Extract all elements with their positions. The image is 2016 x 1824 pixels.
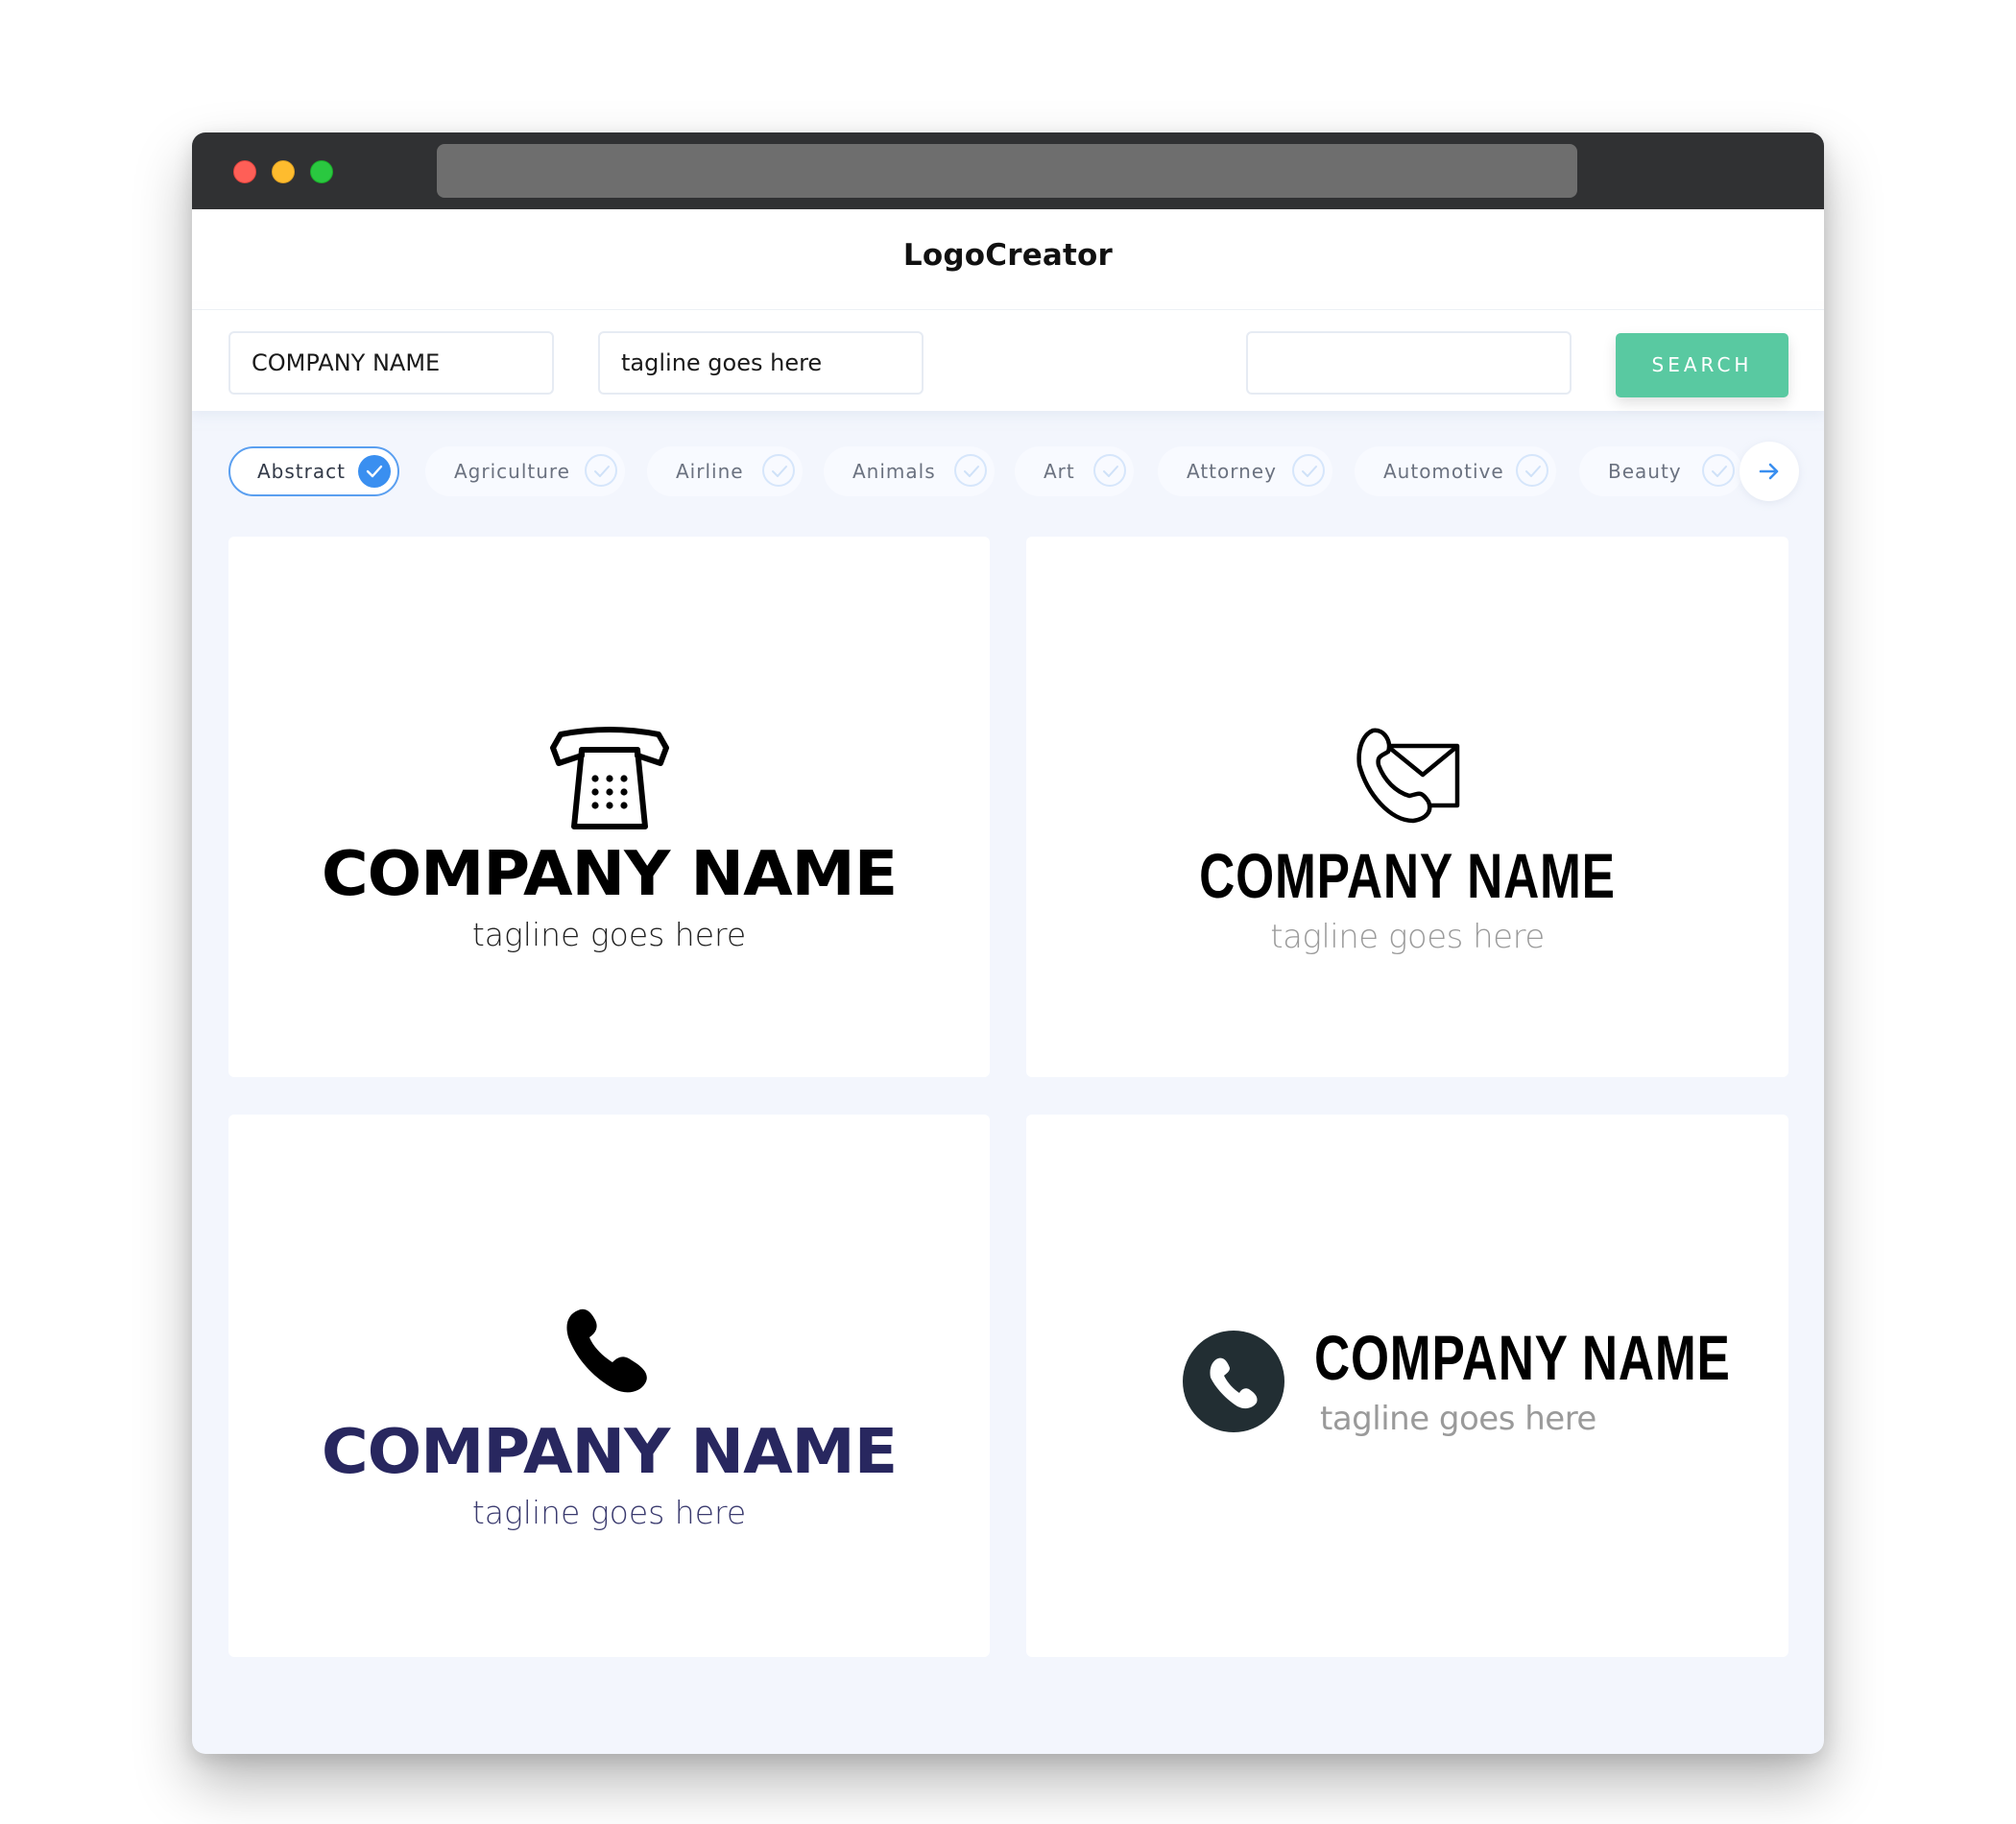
logo-tagline: tagline goes here (471, 1494, 747, 1531)
category-label: Animals (852, 460, 936, 483)
desk-telephone-icon (550, 727, 669, 829)
category-label: Beauty (1608, 460, 1682, 483)
logo-tagline: tagline goes here (1270, 918, 1545, 956)
title-bar (192, 132, 1824, 209)
category-chip-beauty[interactable]: Beauty (1579, 446, 1742, 496)
logo-card[interactable]: COMPANY NAME tagline goes here (228, 537, 990, 1077)
category-label: Agriculture (454, 460, 570, 483)
category-chip-automotive[interactable]: Automotive (1355, 446, 1556, 496)
category-chip-art[interactable]: Art (1015, 446, 1134, 496)
check-icon (1516, 454, 1548, 487)
logo-company-name: COMPANY NAME (1199, 840, 1616, 911)
logo-company-name: COMPANY NAME (1314, 1322, 1731, 1393)
check-icon (1702, 454, 1735, 487)
category-label: Attorney (1187, 460, 1277, 483)
keyword-input[interactable] (1246, 331, 1572, 395)
close-window-button[interactable] (233, 160, 256, 183)
category-chip-agriculture[interactable]: Agriculture (425, 446, 625, 496)
category-filter-bar: Abstract Agriculture Airline Animals Art… (192, 440, 1824, 516)
logo-tagline: tagline goes here (1320, 1400, 1596, 1438)
category-chip-airline[interactable]: Airline (647, 446, 803, 496)
category-chip-animals[interactable]: Animals (824, 446, 995, 496)
brand-logo[interactable]: LogoCreator (192, 238, 1824, 273)
site-header: LogoCreator (192, 209, 1824, 310)
minimize-window-button[interactable] (272, 160, 295, 183)
arrow-right-icon (1759, 463, 1779, 480)
check-icon (954, 454, 987, 487)
logo-card[interactable]: COMPANY NAME tagline goes here (1026, 537, 1788, 1077)
maximize-window-button[interactable] (310, 160, 333, 183)
logo-company-name: COMPANY NAME (321, 839, 898, 910)
category-chip-abstract[interactable]: Abstract (228, 446, 399, 496)
search-button[interactable]: SEARCH (1616, 333, 1788, 397)
check-icon (1093, 454, 1126, 487)
phone-circle-icon (1183, 1331, 1284, 1432)
category-label: Airline (676, 460, 744, 483)
check-icon (1292, 454, 1325, 487)
category-label: Abstract (257, 460, 346, 483)
category-label: Automotive (1383, 460, 1504, 483)
tagline-input[interactable] (598, 331, 924, 395)
check-icon (585, 454, 617, 487)
check-icon (762, 454, 795, 487)
next-categories-button[interactable] (1740, 442, 1799, 501)
phone-handset-icon (566, 1308, 647, 1393)
browser-window: LogoCreator SEARCH Abstract Agriculture … (192, 132, 1824, 1754)
address-bar[interactable] (437, 144, 1577, 198)
logo-card[interactable]: COMPANY NAME tagline goes here (1026, 1115, 1788, 1657)
logo-company-name: COMPANY NAME (321, 1417, 898, 1488)
search-bar: SEARCH (192, 310, 1824, 411)
category-chip-attorney[interactable]: Attorney (1158, 446, 1332, 496)
company-name-input[interactable] (228, 331, 554, 395)
category-label: Art (1044, 460, 1075, 483)
phone-envelope-icon (1356, 728, 1460, 824)
logo-card[interactable]: COMPANY NAME tagline goes here (228, 1115, 990, 1657)
check-icon (358, 455, 391, 488)
logo-tagline: tagline goes here (471, 916, 747, 953)
